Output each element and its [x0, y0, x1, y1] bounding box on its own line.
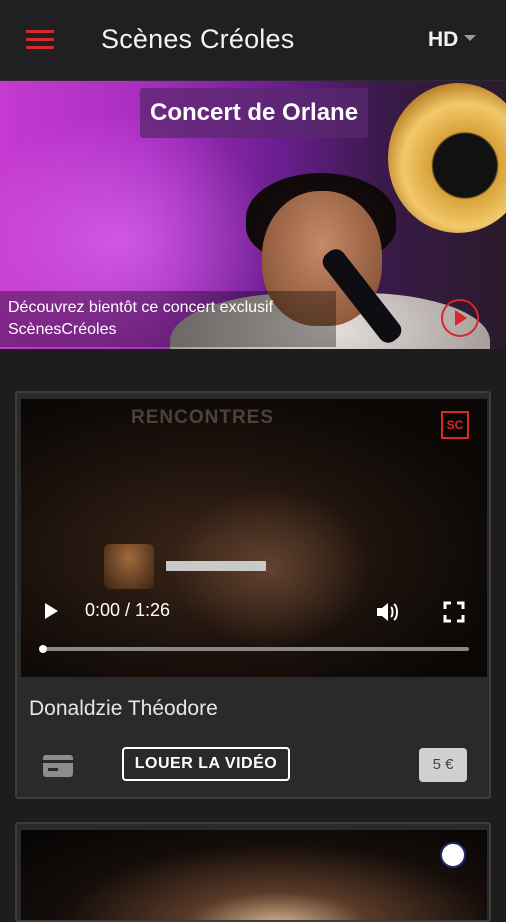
fullscreen-icon[interactable] [443, 601, 465, 623]
play-icon[interactable] [45, 603, 58, 619]
app-title: Scènes Créoles [101, 24, 295, 54]
video-card-2 [15, 822, 491, 922]
banner-caption: Découvrez bientôt ce concert exclusif Sc… [0, 291, 336, 347]
app-bar: Scènes Créoles HD [0, 0, 506, 81]
banner-caption-line2: ScènesCréoles [8, 321, 117, 338]
rent-video-button[interactable]: LOUER LA VIDÉO [122, 747, 290, 781]
banner-title: Concert de Orlane [140, 88, 369, 138]
sc-logo-icon: SC [441, 411, 469, 439]
quality-selector[interactable]: HD [428, 28, 477, 52]
banner-caption-line1: Découvrez bientôt ce concert exclusif [8, 299, 274, 316]
video-player[interactable]: RENCONTRES SC 0:00 / 1:26 [21, 399, 487, 677]
time-readout: 0:00 / 1:26 [85, 600, 171, 620]
player-controls: 0:00 / 1:26 [21, 589, 487, 639]
play-circle-icon[interactable] [441, 299, 479, 337]
volume-icon[interactable] [375, 601, 401, 623]
video-player-2[interactable] [21, 830, 487, 920]
quality-label: HD [428, 28, 459, 51]
credit-card-icon[interactable] [43, 755, 73, 777]
stage-lamp [388, 83, 506, 233]
channel-logo-icon [440, 842, 466, 868]
artist-name: Donaldzie Théodore [29, 697, 218, 720]
menu-icon[interactable] [26, 30, 54, 52]
keyboard [166, 561, 266, 571]
video-card: RENCONTRES SC 0:00 / 1:26 Donaldzie Théo… [15, 391, 491, 799]
progress-handle[interactable] [39, 645, 47, 653]
drums [104, 544, 154, 589]
progress-bar[interactable] [39, 645, 469, 653]
chevron-down-icon [464, 35, 477, 42]
price-badge: 5 € [419, 748, 467, 782]
featured-banner[interactable]: Concert de Orlane Découvrez bientôt ce c… [0, 81, 506, 349]
video-sign: RENCONTRES [131, 407, 275, 428]
